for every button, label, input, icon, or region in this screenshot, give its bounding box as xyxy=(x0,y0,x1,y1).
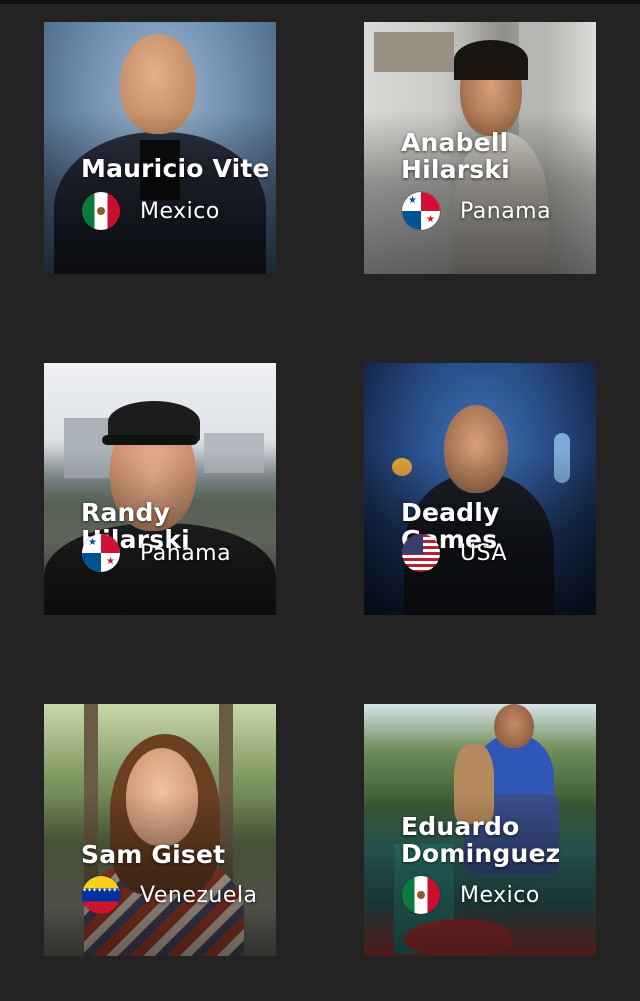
country-row: Mexico xyxy=(402,876,540,914)
profile-card-eduardo-dominguez[interactable]: Eduardo Dominguez Mexico xyxy=(364,704,596,956)
flag-panama-icon: ★ ★ xyxy=(402,192,440,230)
country-label: Panama xyxy=(140,540,232,566)
country-row: Mexico xyxy=(82,192,220,230)
profile-name: Eduardo Dominguez xyxy=(401,812,561,868)
flag-mexico-icon xyxy=(82,192,120,230)
profile-card-randy-hilarski[interactable]: Randy Hilarski ★ ★ Panama xyxy=(44,363,276,615)
profile-card-mauricio-vite[interactable]: Mauricio Vite Mexico xyxy=(44,22,276,274)
flag-panama-icon: ★ ★ xyxy=(82,534,120,572)
country-row: ✦✦✦✦✦✦✦✦ Venezuela xyxy=(82,876,257,914)
country-label: Venezuela xyxy=(140,882,258,908)
profile-card-sam-giset[interactable]: Sam Giset ✦✦✦✦✦✦✦✦ Venezuela xyxy=(44,704,276,956)
profile-name: Sam Giset xyxy=(81,840,226,869)
country-row: ★ ★ Panama xyxy=(402,192,551,230)
country-label: USA xyxy=(460,540,508,566)
profile-grid: Mauricio Vite Mexico Anabell Hilarski ★ … xyxy=(0,0,640,1001)
country-row: ★ ★ Panama xyxy=(82,534,231,572)
country-label: Mexico xyxy=(460,882,540,908)
profile-name: Mauricio Vite xyxy=(81,154,270,183)
flag-usa-icon xyxy=(402,534,440,572)
flag-venezuela-icon: ✦✦✦✦✦✦✦✦ xyxy=(82,876,120,914)
country-label: Panama xyxy=(460,198,552,224)
profile-name: Anabell Hilarski xyxy=(401,128,510,184)
profile-card-deadly-games[interactable]: Deadly Games USA xyxy=(364,363,596,615)
country-label: Mexico xyxy=(140,198,220,224)
flag-mexico-icon xyxy=(402,876,440,914)
profile-card-anabell-hilarski[interactable]: Anabell Hilarski ★ ★ Panama xyxy=(364,22,596,274)
country-row: USA xyxy=(402,534,507,572)
